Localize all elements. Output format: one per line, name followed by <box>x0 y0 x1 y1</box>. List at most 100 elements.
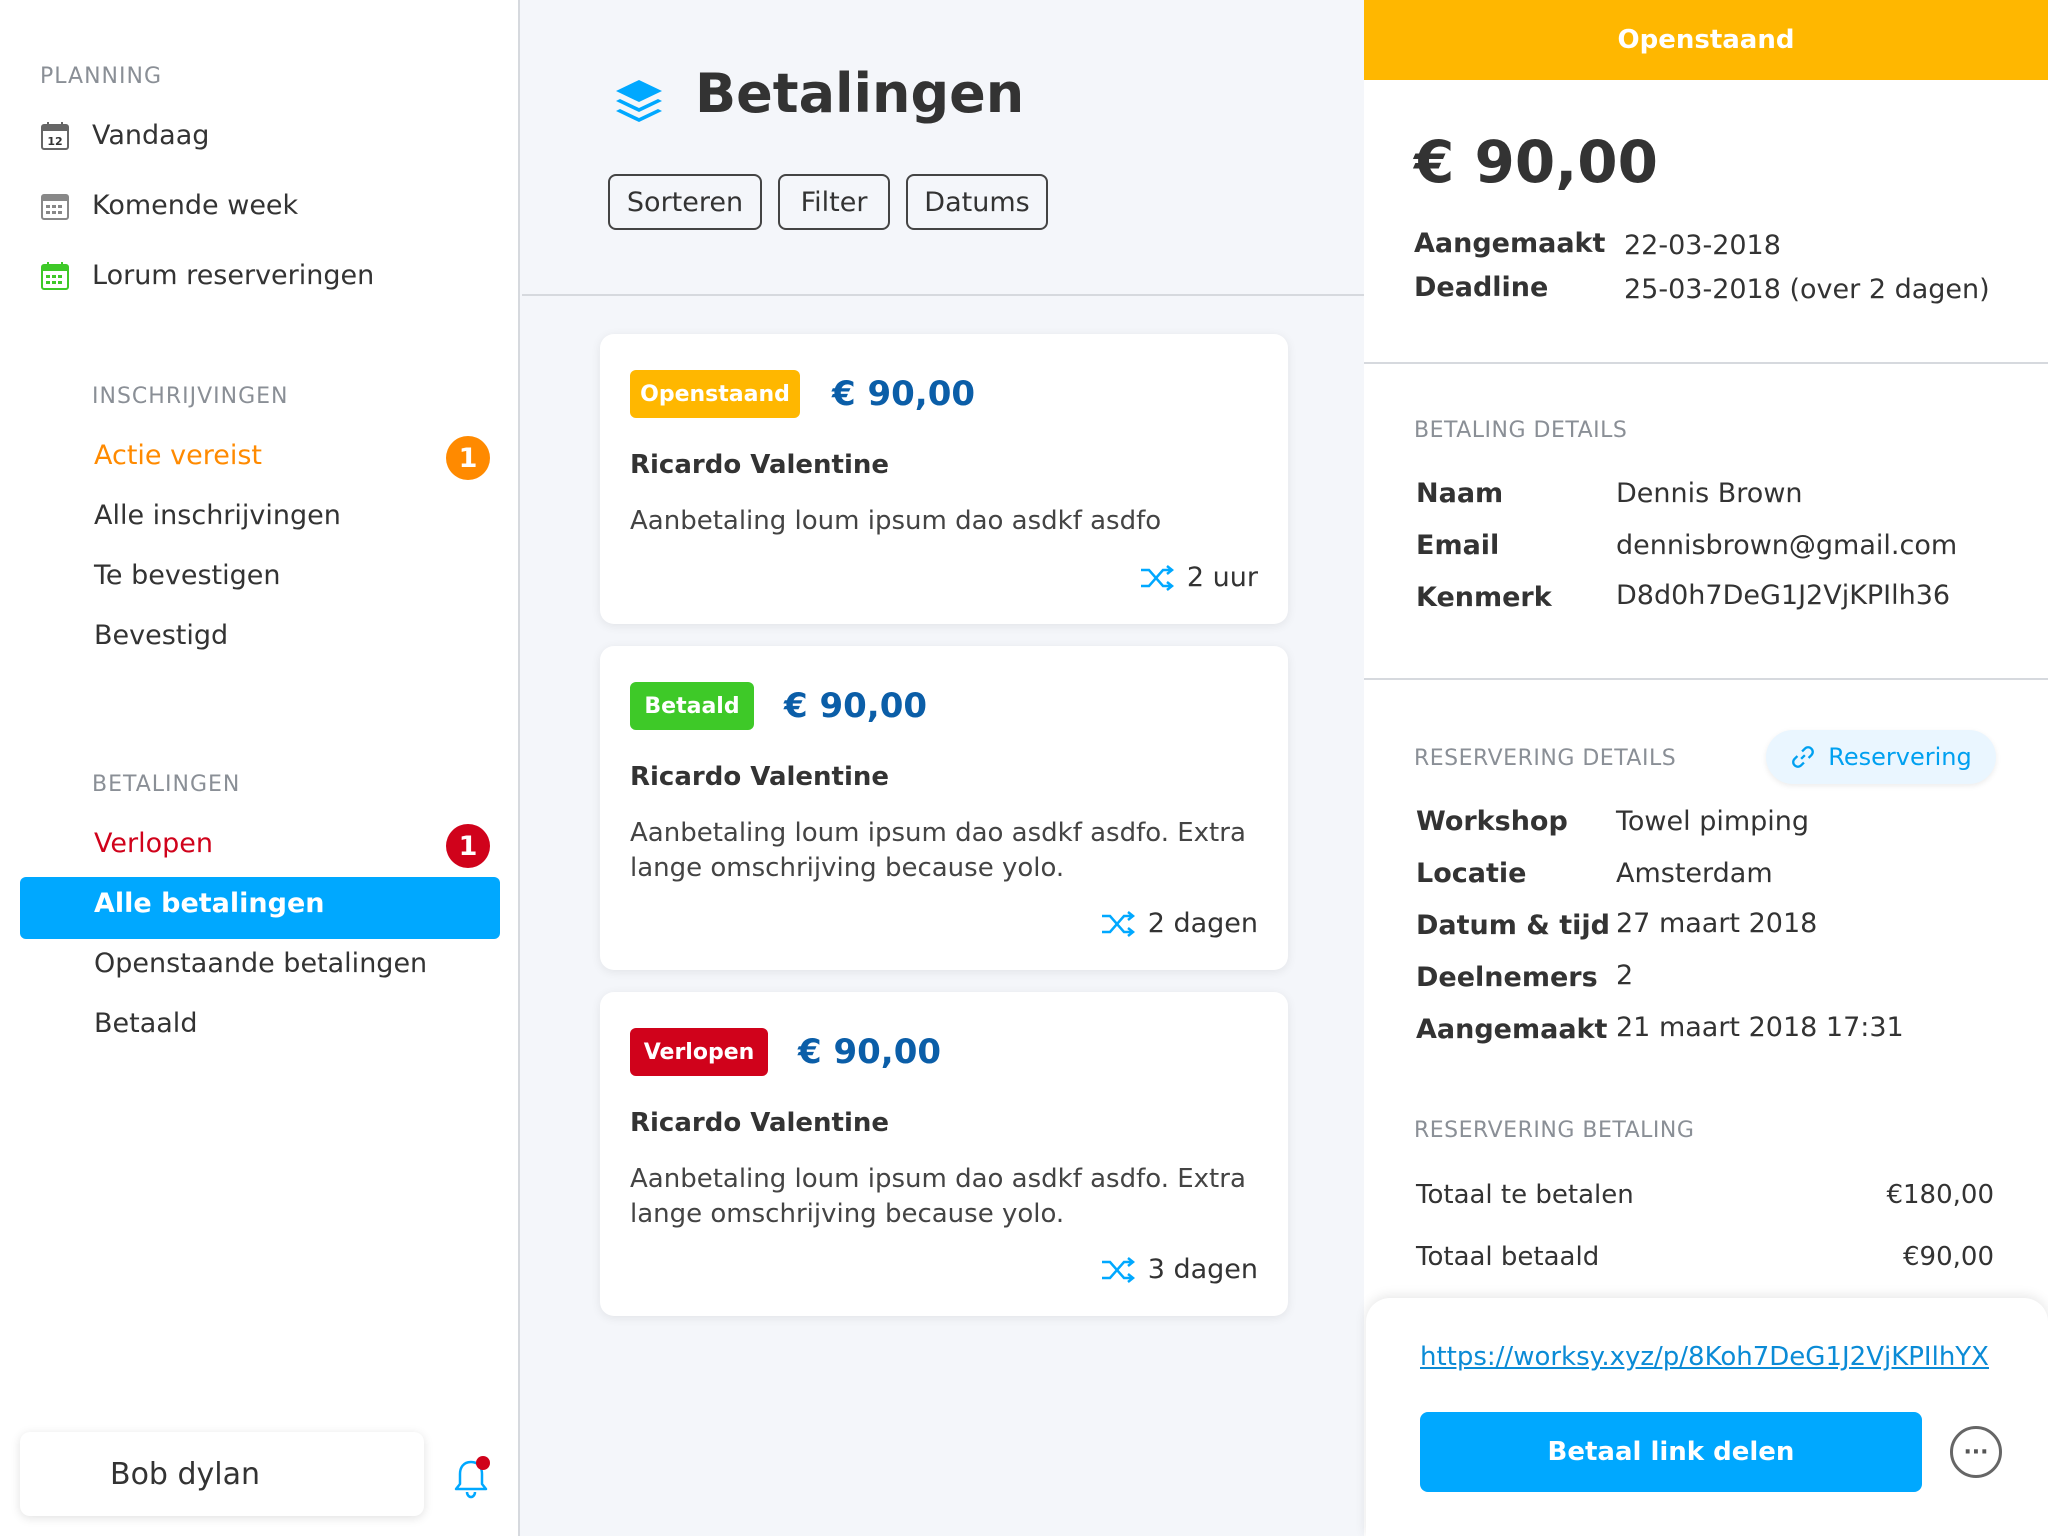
detail-value: D8d0h7DeG1J2VjKPIlh36 <box>1616 580 1951 611</box>
filter-button[interactable]: Filter <box>778 174 890 230</box>
sidebar-item-bevestigd[interactable]: Bevestigd <box>94 620 228 651</box>
reservering-button-label: Reservering <box>1828 743 1972 771</box>
detail-value: 27 maart 2018 <box>1616 908 1818 939</box>
share-payment-card: https://worksy.xyz/p/8Koh7DeG1J2VjKPIlhY… <box>1366 1298 2048 1536</box>
sidebar-item-komende-week[interactable]: Komende week <box>40 190 298 221</box>
detail-label: Datum & tijd <box>1416 910 1610 941</box>
sidebar-item-alle-betalingen-label: Alle betalingen <box>94 888 325 919</box>
sort-button[interactable]: Sorteren <box>608 174 762 230</box>
status-badge: Verlopen <box>630 1028 768 1076</box>
section-title-inschrijvingen: INSCHRIJVINGEN <box>92 384 289 409</box>
time-label: 2 dagen <box>1147 908 1258 939</box>
sidebar-item-label: Alle inschrijvingen <box>94 500 341 531</box>
detail-label: Workshop <box>1416 806 1568 837</box>
created-label: Aangemaakt <box>1414 228 1606 259</box>
detail-label: Email <box>1416 530 1500 561</box>
list-header: Betalingen Sorteren Filter Datums <box>522 0 1364 296</box>
sidebar-item-label: Bevestigd <box>94 620 229 651</box>
payment-amount: € 90,00 <box>798 1032 942 1072</box>
sidebar-item-label: Lorum reserveringen <box>92 260 375 291</box>
total-value: €180,00 <box>1886 1180 1994 1210</box>
total-value: €90,00 <box>1903 1242 1994 1272</box>
layers-icon <box>616 80 662 122</box>
notification-bell-icon[interactable] <box>448 1454 494 1500</box>
link-icon <box>1792 746 1815 768</box>
detail-amount: € 90,00 <box>1414 128 1659 196</box>
created-value: 22-03-2018 <box>1624 230 1781 261</box>
sidebar-item-label: Komende week <box>92 190 299 221</box>
detail-label: Naam <box>1416 478 1504 509</box>
user-name: Bob dylan <box>110 1456 261 1492</box>
payment-description: Aanbetaling loum ipsum dao asdkf asdfo. … <box>630 1164 1246 1229</box>
detail-label: Deelnemers <box>1416 962 1598 993</box>
payment-link[interactable]: https://worksy.xyz/p/8Koh7DeG1J2VjKPIlhY… <box>1420 1342 1989 1372</box>
sidebar-item-vandaag[interactable]: 12 Vandaag <box>40 120 209 151</box>
detail-status-bar: Openstaand <box>1364 0 2048 80</box>
detail-value: dennisbrown@gmail.com <box>1616 530 1958 561</box>
detail-label: Aangemaakt <box>1416 1014 1608 1045</box>
sidebar-item-alle-inschrijvingen[interactable]: Alle inschrijvingen <box>94 500 341 531</box>
sidebar-item-label: Openstaande betalingen <box>94 948 428 979</box>
total-label: Totaal te betalen <box>1416 1180 1634 1210</box>
payer-name: Ricardo Valentine <box>630 1108 890 1138</box>
shuffle-icon <box>1101 910 1135 937</box>
sidebar-item-lorum-reserveringen[interactable]: Lorum reserveringen <box>40 260 374 291</box>
time-label: 2 uur <box>1186 562 1258 593</box>
sidebar-item-label: Actie vereist <box>94 440 262 471</box>
sidebar-item-label: Te bevestigen <box>94 560 281 591</box>
time-label: 3 dagen <box>1147 1254 1258 1285</box>
sidebar-item-betaald[interactable]: Betaald <box>94 1008 197 1039</box>
section-title-betalingen: BETALINGEN <box>92 772 241 797</box>
calendar-day-number: 12 <box>47 135 62 148</box>
payments-list-panel: Betalingen Sorteren Filter Datums Openst… <box>522 0 1364 1536</box>
total-label: Totaal betaald <box>1416 1242 1600 1272</box>
more-options-icon[interactable]: ··· <box>1950 1426 2002 1478</box>
sidebar-item-actie-vereist[interactable]: Actie vereist <box>94 440 262 471</box>
sidebar-item-verlopen[interactable]: Verlopen <box>94 828 213 859</box>
sidebar: PLANNING 12 Vandaag Komende week Lorum r… <box>0 0 520 1536</box>
payment-amount: € 90,00 <box>784 686 928 726</box>
payment-card[interactable]: Openstaand € 90,00 Ricardo Valentine Aan… <box>600 334 1288 624</box>
shuffle-icon <box>1101 1256 1135 1283</box>
detail-value: Towel pimping <box>1616 806 1810 837</box>
deadline-value: 25-03-2018 (over 2 dagen) <box>1624 274 1990 305</box>
share-payment-link-button[interactable]: Betaal link delen <box>1420 1412 1922 1492</box>
status-badge: Betaald <box>630 682 754 730</box>
payment-time: 2 dagen <box>1100 908 1258 939</box>
detail-value: Dennis Brown <box>1616 478 1803 509</box>
user-profile-button[interactable]: Bob dylan <box>20 1432 424 1516</box>
detail-value: Amsterdam <box>1616 858 1773 889</box>
payment-description: Aanbetaling loum ipsum dao asdkf asdfo. … <box>630 818 1246 883</box>
payment-description: Aanbetaling loum ipsum dao asdkf asdfo <box>630 506 1162 536</box>
payment-time: 2 uur <box>1139 562 1258 593</box>
sidebar-item-label: Betaald <box>94 1008 198 1039</box>
detail-value: 21 maart 2018 17:31 <box>1616 1012 1904 1043</box>
payment-time: 3 dagen <box>1100 1254 1258 1285</box>
calendar-day-icon: 12 <box>41 121 69 150</box>
page-title: Betalingen <box>695 62 1025 125</box>
payment-card[interactable]: Verlopen € 90,00 Ricardo Valentine Aanbe… <box>600 992 1288 1316</box>
dates-button[interactable]: Datums <box>906 174 1048 230</box>
sidebar-item-label: Vandaag <box>92 120 210 151</box>
status-badge: Openstaand <box>630 370 800 418</box>
detail-label: Kenmerk <box>1416 582 1552 613</box>
payer-name: Ricardo Valentine <box>630 450 890 480</box>
section-title-betaling-details: BETALING DETAILS <box>1414 418 1628 443</box>
payer-name: Ricardo Valentine <box>630 762 890 792</box>
payment-card[interactable]: Betaald € 90,00 Ricardo Valentine Aanbet… <box>600 646 1288 970</box>
deadline-label: Deadline <box>1414 272 1549 303</box>
payment-amount: € 90,00 <box>832 374 976 414</box>
sidebar-item-label: Verlopen <box>94 828 213 859</box>
section-title-planning: PLANNING <box>40 64 162 89</box>
calendar-green-icon <box>41 261 69 290</box>
payment-detail-panel: Openstaand € 90,00 Aangemaakt 22-03-2018… <box>1364 0 2048 1536</box>
actie-vereist-badge: 1 <box>446 436 490 480</box>
sidebar-item-te-bevestigen[interactable]: Te bevestigen <box>94 560 280 591</box>
verlopen-badge: 1 <box>446 824 490 868</box>
section-title-reservering-details: RESERVERING DETAILS <box>1414 746 1677 771</box>
detail-value: 2 <box>1616 960 1634 991</box>
shuffle-icon <box>1140 564 1174 591</box>
sidebar-item-openstaande-betalingen[interactable]: Openstaande betalingen <box>94 948 427 979</box>
reservering-link-button[interactable]: Reservering <box>1766 730 1996 784</box>
calendar-week-icon <box>41 193 69 220</box>
